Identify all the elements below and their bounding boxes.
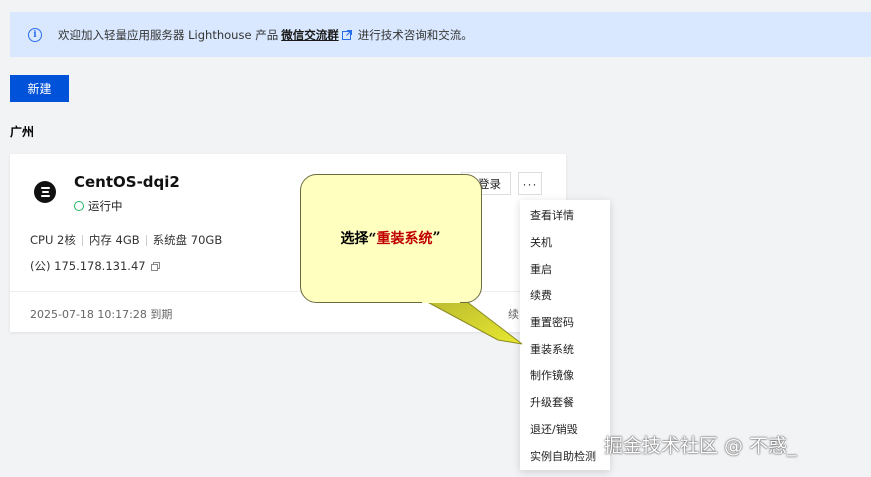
menu-item-upgrade-plan[interactable]: 升级套餐 bbox=[530, 394, 574, 410]
callout-prefix: 选择“ bbox=[340, 231, 377, 247]
status-text: 运行中 bbox=[88, 199, 123, 213]
status-running-icon bbox=[74, 201, 84, 211]
card-divider bbox=[10, 291, 566, 292]
menu-item-self-check[interactable]: 实例自助检测 bbox=[530, 448, 596, 464]
centos-logo-icon bbox=[34, 181, 56, 203]
spec-memory: 内存 4GB bbox=[88, 233, 140, 247]
spec-cpu: CPU 2核 bbox=[30, 233, 76, 247]
more-actions-button[interactable]: ··· bbox=[518, 172, 542, 195]
spec-divider bbox=[81, 234, 83, 246]
banner-text-after: 进行技术咨询和交流。 bbox=[357, 27, 473, 42]
banner-text: 欢迎加入轻量应用服务器 Lighthouse 产品 bbox=[58, 27, 279, 42]
new-instance-button[interactable]: 新建 bbox=[10, 75, 69, 102]
callout-text: 选择“ 重装系统” bbox=[300, 174, 481, 302]
spec-divider bbox=[145, 234, 147, 246]
callout-highlight: 重装系统 bbox=[376, 231, 433, 247]
copy-icon[interactable] bbox=[150, 261, 160, 271]
public-ip-text: (公) 175.178.131.47 bbox=[30, 259, 146, 273]
menu-item-restart[interactable]: 重启 bbox=[530, 261, 552, 277]
menu-item-reset-password[interactable]: 重置密码 bbox=[530, 314, 574, 330]
notice-banner: i 欢迎加入轻量应用服务器 Lighthouse 产品 微信交流群 进行技术咨询… bbox=[10, 12, 871, 57]
instance-name[interactable]: CentOS-dqi2 bbox=[74, 173, 180, 191]
public-ip: (公) 175.178.131.47 bbox=[30, 258, 160, 274]
watermark: 掘金技术社区 @ 不惑_ bbox=[604, 435, 797, 457]
menu-item-return-destroy[interactable]: 退还/销毁 bbox=[530, 421, 578, 437]
instance-specs: CPU 2核 内存 4GB 系统盘 70GB bbox=[30, 232, 222, 248]
wechat-group-link[interactable]: 微信交流群 bbox=[281, 27, 339, 43]
menu-item-view-details[interactable]: 查看详情 bbox=[530, 207, 574, 223]
more-actions-menu: 查看详情 关机 重启 续费 重置密码 重装系统 制作镜像 升级套餐 退还/销毁 … bbox=[520, 200, 610, 470]
menu-item-shutdown[interactable]: 关机 bbox=[530, 234, 552, 250]
menu-item-reinstall-system[interactable]: 重装系统 bbox=[530, 341, 574, 357]
external-link-icon[interactable] bbox=[341, 29, 352, 40]
info-icon: i bbox=[28, 27, 42, 42]
instance-status: 运行中 bbox=[74, 198, 123, 214]
renew-link[interactable]: 续 bbox=[508, 306, 519, 322]
instance-card: CentOS-dqi2 运行中 CPU 2核 内存 4GB 系统盘 70GB (… bbox=[10, 154, 566, 332]
menu-item-create-image[interactable]: 制作镜像 bbox=[530, 367, 574, 383]
callout-suffix: ” bbox=[432, 230, 441, 246]
menu-item-renew[interactable]: 续费 bbox=[530, 287, 552, 303]
spec-disk: 系统盘 70GB bbox=[152, 233, 223, 247]
expire-date: 2025-07-18 10:17:28 到期 bbox=[30, 308, 173, 321]
region-label: 广州 bbox=[10, 125, 35, 139]
